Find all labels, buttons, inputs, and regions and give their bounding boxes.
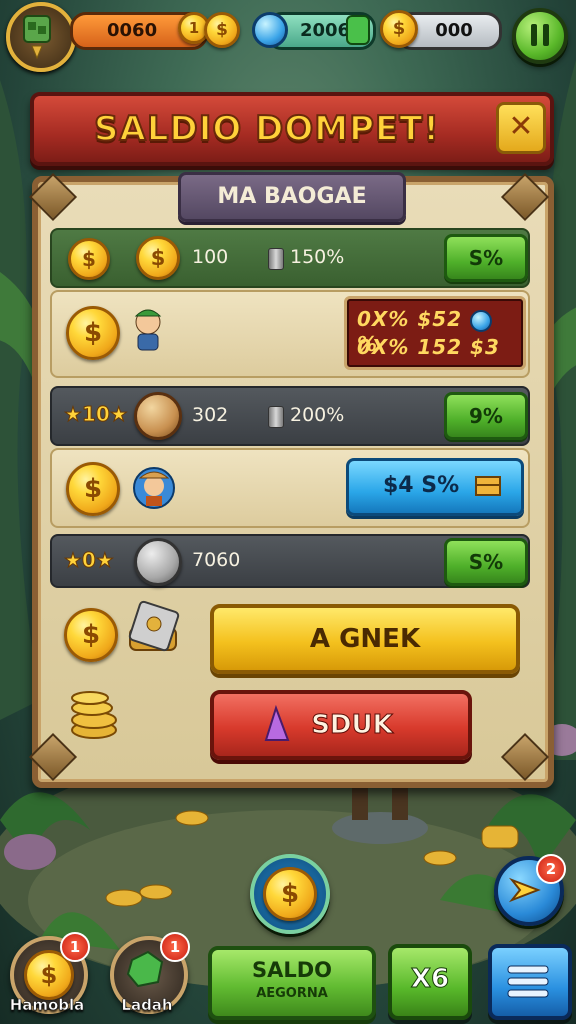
character-icon — [133, 467, 175, 509]
row-4-buy-label: $4 S% — [383, 473, 460, 498]
coin-stack-icon — [71, 691, 117, 739]
price-line-2: 0X% 152 $3 — [357, 335, 500, 359]
silver-coin-icon — [134, 538, 182, 586]
saldo-title: SALDO — [251, 958, 333, 982]
hud-gems-value: 2006 — [299, 20, 351, 41]
primary-action-button[interactable]: A GNEK — [210, 604, 520, 674]
price-line-1: 0X% $52 — [357, 307, 463, 331]
row-1-action-button[interactable]: S% — [444, 234, 528, 282]
x-button[interactable]: X6 — [388, 944, 472, 1020]
character-icon — [134, 309, 162, 351]
nav-hamobla-badge: 1 — [60, 932, 90, 962]
row-3-rate: 200% — [290, 404, 345, 426]
x-button-label: X6 — [410, 964, 450, 995]
nav-ladah-label: Ladah — [121, 996, 173, 1015]
hud-energy-value: 0060 — [107, 20, 158, 41]
row-3-stars: ★10★ — [64, 402, 129, 427]
row-3-amount: 302 — [192, 404, 229, 426]
potion-icon — [264, 704, 290, 741]
price-panel: 0X% $52 % 0X% 152 $3 — [344, 296, 526, 370]
close-icon: ✕ — [508, 109, 534, 144]
coin-icon: $ — [66, 462, 120, 516]
coin-icon: $ — [136, 236, 180, 280]
saldo-subtitle: AEGORNA — [256, 986, 328, 1001]
close-button[interactable]: ✕ — [496, 102, 546, 154]
coin-icon: $ — [263, 867, 317, 921]
arrow-badge: 2 — [536, 854, 566, 884]
row-4-buy-button[interactable]: $4 S% — [346, 458, 524, 516]
row-3-action-button[interactable]: 9% — [444, 392, 528, 440]
menu-icon — [507, 965, 549, 998]
gem-icon — [252, 12, 288, 48]
pause-icon — [531, 24, 549, 46]
hud-coins-value: 000 — [435, 20, 473, 41]
chest-icon — [475, 476, 501, 496]
cash-stack-icon — [128, 600, 180, 652]
secondary-action-label: SDUK — [311, 710, 394, 741]
wallet-row-5: ★0★ 7060 S% — [50, 534, 530, 588]
nav-ladah-badge: 1 — [160, 932, 190, 962]
bronze-coin-icon — [134, 392, 182, 440]
row-5-amount: 7060 — [192, 549, 241, 571]
gem-icon — [470, 309, 493, 332]
pause-button[interactable] — [512, 8, 568, 64]
wallet-row-1: $ $ 100 150% S% — [50, 228, 530, 288]
player-avatar[interactable] — [6, 2, 76, 72]
title-banner: SALDIO DOMPET! ✕ — [30, 92, 554, 166]
center-coin-button[interactable]: $ — [250, 854, 330, 934]
wallet-row-3: ★10★ 302 200% 9% — [50, 386, 530, 446]
row-1-amount: 100 — [192, 246, 229, 268]
coin-icon: $ — [66, 306, 120, 360]
row-5-stars: ★0★ — [64, 548, 115, 573]
coin-icon: $ — [64, 608, 118, 662]
gem-plus-button[interactable] — [346, 15, 370, 45]
coin-icon: $ — [204, 12, 240, 48]
row-1-rate: 150% — [290, 246, 345, 268]
saldo-button[interactable]: SALDO AEGORNA — [208, 946, 376, 1020]
page-title: SALDIO DOMPET! — [93, 108, 440, 150]
coin-icon: $ — [380, 10, 418, 48]
coin-icon: $ — [68, 238, 110, 280]
row-5-action-button[interactable]: S% — [444, 538, 528, 586]
menu-button[interactable] — [488, 944, 572, 1020]
panel-subtitle: MA BAOGAE — [178, 172, 406, 222]
cylinder-icon — [268, 248, 284, 270]
player-avatar-icon — [23, 15, 51, 60]
secondary-action-button[interactable]: SDUK — [210, 690, 472, 760]
nav-hamobla-label: Hamobla — [9, 996, 85, 1015]
cylinder-icon — [268, 406, 284, 428]
